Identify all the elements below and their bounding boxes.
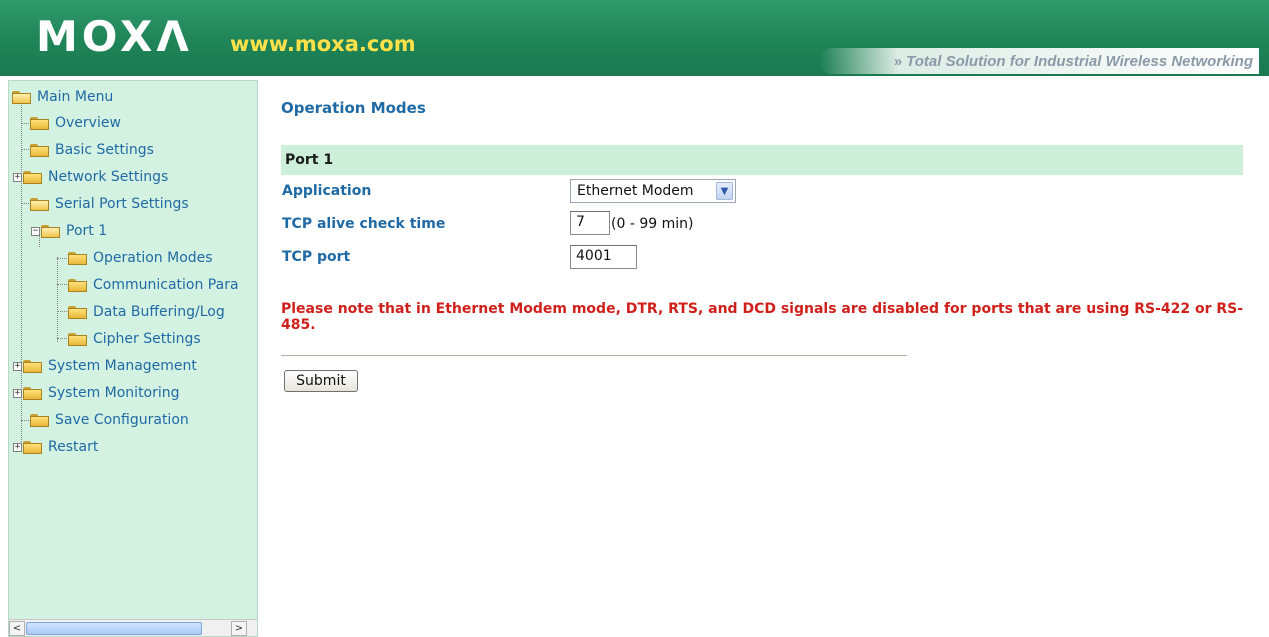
sidebar-item-label: Main Menu [37,89,114,105]
sidebar-item-label: Port 1 [66,223,108,239]
sidebar-item-operation-modes[interactable]: Operation Modes [68,247,213,269]
tcp-alive-check-time-input[interactable]: 7 [570,211,610,235]
sidebar-item-port-1[interactable]: − Port 1 [31,220,107,242]
folder-icon [68,251,87,265]
chevron-down-icon[interactable]: ▼ [716,182,733,200]
sidebar-item-label: System Management [48,358,197,374]
sidebar-item-label: Cipher Settings [93,331,201,347]
folder-icon [30,143,49,157]
site-url: www.moxa.com [230,32,416,56]
sidebar-item-main-menu[interactable]: Main Menu [12,86,113,108]
chevron-right-icon: » [893,53,903,70]
application-selected-value: Ethernet Modem [577,183,694,199]
folder-icon [23,386,42,400]
page-title: Operation Modes [281,99,426,117]
expand-icon[interactable]: + [13,172,22,182]
sidebar-item-label: Network Settings [48,169,169,185]
scroll-right-button[interactable]: > [231,621,247,636]
sidebar-item-label: Restart [48,439,99,455]
expand-icon[interactable]: + [13,361,22,371]
sidebar-tree: Main Menu Overview Basic Settings + Netw… [8,80,258,637]
tcp-alive-check-time-label: TCP alive check time [282,216,446,232]
tcp-port-label: TCP port [282,249,351,265]
tagline-text: Total Solution for Industrial Wireless N… [906,53,1253,70]
folder-icon [23,170,42,184]
sidebar-item-restart[interactable]: + Restart [13,436,98,458]
folder-icon [23,359,42,373]
divider [281,355,907,357]
section-header: Port 1 [281,145,1243,175]
folder-icon [68,332,87,346]
tcp-port-input[interactable]: 4001 [570,245,637,269]
sidebar-item-system-management[interactable]: + System Management [13,355,197,377]
sidebar-item-label: Operation Modes [93,250,213,266]
sidebar-horizontal-scrollbar[interactable]: < > [9,619,257,636]
folder-icon [30,413,49,427]
sidebar-item-label: Communication Para [93,277,239,293]
folder-icon [23,440,42,454]
collapse-icon[interactable]: − [31,226,40,236]
sidebar-item-label: Basic Settings [55,142,154,158]
sidebar-item-data-buffering-log[interactable]: Data Buffering/Log [68,301,225,323]
folder-open-icon [12,90,31,104]
tagline: » Total Solution for Industrial Wireless … [894,53,1253,70]
folder-icon [68,305,87,319]
moxa-logo: MOXΛ [36,12,193,61]
section-title: Port 1 [285,152,334,168]
sidebar-item-label: Overview [55,115,121,131]
sidebar-item-network-settings[interactable]: + Network Settings [13,166,168,188]
sidebar-item-label: System Monitoring [48,385,180,401]
application-select[interactable]: Ethernet Modem ▼ [570,179,736,203]
sidebar-item-communication-parameters[interactable]: Communication Para [68,274,239,296]
sidebar-item-label: Save Configuration [55,412,189,428]
scrollbar-thumb[interactable] [26,622,202,635]
sidebar-item-save-configuration[interactable]: Save Configuration [30,409,189,431]
sidebar-item-cipher-settings[interactable]: Cipher Settings [68,328,201,350]
submit-button[interactable]: Submit [284,370,358,392]
sidebar-item-system-monitoring[interactable]: + System Monitoring [13,382,180,404]
sidebar-item-serial-port-settings[interactable]: Serial Port Settings [30,193,189,215]
expand-icon[interactable]: + [13,388,22,398]
expand-icon[interactable]: + [13,442,22,452]
sidebar-item-label: Data Buffering/Log [93,304,225,320]
scroll-left-button[interactable]: < [9,621,25,636]
tcp-alive-range-hint: (0 - 99 min) [611,216,694,232]
sidebar-item-label: Serial Port Settings [55,196,189,212]
folder-icon [30,116,49,130]
site-header: MOXΛ www.moxa.com » Total Solution for In… [0,0,1269,76]
folder-icon [68,278,87,292]
sidebar-item-overview[interactable]: Overview [30,112,121,134]
folder-open-icon [30,197,49,211]
application-label: Application [282,183,372,199]
folder-open-icon [41,224,60,238]
sidebar-item-basic-settings[interactable]: Basic Settings [30,139,154,161]
ethernet-modem-warning: Please note that in Ethernet Modem mode,… [281,301,1244,333]
